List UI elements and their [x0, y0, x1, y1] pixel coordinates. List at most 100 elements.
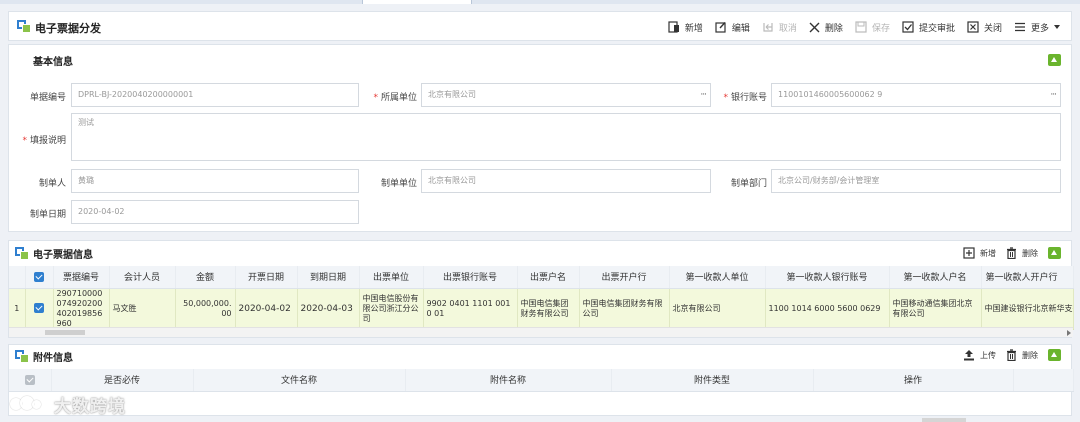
- maker-label: 制单人: [38, 179, 66, 189]
- page-header: 电子票据分发 新增 编辑 取消 删除 保存 提交审批 关闭 更多: [8, 11, 1072, 41]
- invoice-no-cell: 290710000074920200402019856960: [53, 288, 110, 330]
- row-checkbox[interactable]: [25, 288, 54, 330]
- maker-unit-field[interactable]: 北京有限公司: [421, 169, 711, 193]
- table-header-row: 是否必传 文件名称 附件名称 附件类型 操作: [9, 369, 1074, 392]
- save-icon: [855, 21, 867, 33]
- new-doc-icon: [668, 21, 679, 33]
- bank-lookup-icon: ···: [1050, 90, 1057, 100]
- grid-title: 电子票据信息: [33, 250, 93, 261]
- drawer-unit-cell: 中国电信股份有限公司浙江分公司: [359, 288, 424, 330]
- column-header[interactable]: 附件名称: [405, 369, 612, 392]
- column-header[interactable]: 开票日期: [235, 266, 298, 289]
- accountant-cell: 马文胜: [109, 288, 176, 330]
- chevron-down-icon: [1054, 25, 1060, 29]
- column-header[interactable]: 出票单位: [359, 266, 424, 289]
- doc-no-field[interactable]: DPRL-BJ-2020040200000001: [71, 83, 359, 107]
- column-header[interactable]: 是否必传: [51, 369, 194, 392]
- table-header-row: 票据编号 会计人员 金额 开票日期 到期日期 出票单位 出票银行账号 出票户名 …: [9, 266, 1074, 289]
- column-header[interactable]: 金额: [175, 266, 236, 289]
- payee-unit-cell: 北京有限公司: [669, 288, 766, 330]
- select-all-checkbox[interactable]: [9, 369, 52, 392]
- column-header[interactable]: 操作: [813, 369, 1014, 392]
- attachments-section-icon: [15, 350, 29, 363]
- delete-button[interactable]: 删除: [809, 21, 843, 34]
- close-button[interactable]: 关闭: [967, 21, 1002, 34]
- column-header[interactable]: 票据编号: [53, 266, 110, 289]
- column-header[interactable]: 第一收款人银行账号: [765, 266, 890, 289]
- scroll-right-icon[interactable]: [1067, 330, 1071, 336]
- active-tab-marker[interactable]: [362, 0, 472, 4]
- collapse-basic-icon[interactable]: [1048, 54, 1061, 66]
- save-button[interactable]: 保存: [855, 21, 890, 34]
- upload-icon: [964, 350, 974, 361]
- drawer-name-cell: 中国电信集团财务有限公司: [517, 288, 580, 330]
- maker-dept-label: 制单部门: [730, 179, 767, 189]
- attachments-panel: 附件信息 上传 删除 是否必传 文件名称 附件名称 附件类型 操作: [8, 344, 1074, 416]
- bottom-scroll-indicator: [922, 418, 966, 422]
- due-date-cell: 2020-04-03: [297, 288, 360, 330]
- unit-field[interactable]: 北京有限公司 ···: [421, 83, 711, 107]
- row-index-header: [9, 266, 26, 289]
- close-box-icon: [967, 21, 979, 33]
- drawer-bank-cell: 中国电信集团财务有限公司: [579, 288, 670, 330]
- doc-no-label: 单据编号: [29, 93, 66, 103]
- payee-account-cell: 1100 1014 6000 5600 0629: [765, 288, 890, 330]
- cancel-icon: [763, 23, 773, 32]
- payee-name-cell: 中国移动通信集团北京有限公司: [889, 288, 982, 330]
- cancel-button[interactable]: 取消: [762, 21, 797, 34]
- upload-button[interactable]: 上传: [963, 349, 996, 361]
- remark-textarea[interactable]: 测试: [71, 113, 1061, 161]
- column-header[interactable]: 第一收款人单位: [669, 266, 766, 289]
- new-button[interactable]: 新增: [668, 21, 703, 34]
- toolbar: 新增 编辑 取消 删除 保存 提交审批 关闭 更多: [656, 20, 1061, 34]
- page-icon: [17, 20, 31, 33]
- unit-label: * 所属单位: [373, 93, 417, 103]
- column-header[interactable]: 文件名称: [193, 369, 406, 392]
- page-title: 电子票据分发: [35, 22, 101, 35]
- date-field[interactable]: 2020-04-02: [71, 200, 359, 224]
- maker-dept-field[interactable]: 北京公司/财务部/会计管理室: [771, 169, 1061, 193]
- maker-unit-label: 制单单位: [380, 179, 417, 189]
- column-header[interactable]: 会计人员: [109, 266, 176, 289]
- bottom-strip: [0, 418, 1080, 422]
- basic-info-title: 基本信息: [33, 57, 73, 68]
- delete-x-icon: [809, 22, 820, 32]
- unit-lookup-icon: ···: [700, 90, 707, 100]
- maker-field[interactable]: 黄璐: [71, 169, 359, 193]
- table-row[interactable]: 1 290710000074920200402019856960 马文胜 50,…: [9, 288, 1074, 330]
- menu-icon: [1014, 22, 1025, 32]
- collapse-grid-icon[interactable]: [1048, 247, 1061, 259]
- top-tab-strip: [0, 0, 1080, 4]
- attachment-delete-button[interactable]: 删除: [1006, 349, 1038, 361]
- edit-icon: [715, 22, 726, 33]
- more-menu-button[interactable]: 更多: [1014, 21, 1061, 34]
- column-header-filler: [1013, 369, 1074, 392]
- invoice-grid-panel: 电子票据信息 新增 删除 票据编号 会计人员 金额 开票日期 到期日期 出票单位: [8, 240, 1074, 338]
- column-header[interactable]: 第一收款人户名: [889, 266, 982, 289]
- column-header[interactable]: 第一收款人开户行: [981, 266, 1074, 289]
- bank-account-label: * 银行账号: [723, 93, 767, 103]
- column-header[interactable]: 附件类型: [611, 369, 814, 392]
- attachments-actions: 上传 删除: [953, 349, 1061, 361]
- remark-label: * 填报说明: [22, 136, 66, 146]
- horizontal-scrollbar[interactable]: [9, 327, 1073, 337]
- grid-add-button[interactable]: 新增: [963, 247, 996, 259]
- edit-button[interactable]: 编辑: [715, 21, 750, 34]
- column-header[interactable]: 到期日期: [297, 266, 360, 289]
- column-header[interactable]: 出票户名: [517, 266, 580, 289]
- date-label: 制单日期: [29, 210, 66, 220]
- select-all-checkbox[interactable]: [25, 266, 54, 289]
- submit-approval-button[interactable]: 提交审批: [902, 21, 955, 34]
- scrollbar-thumb[interactable]: [45, 330, 85, 335]
- payee-bank-cell: 中国建设银行北京新华支行: [981, 288, 1074, 330]
- grid-actions: 新增 删除: [953, 247, 1061, 259]
- column-header[interactable]: 出票开户行: [579, 266, 670, 289]
- collapse-attachments-icon[interactable]: [1048, 349, 1061, 361]
- grid-delete-button[interactable]: 删除: [1006, 247, 1038, 259]
- basic-info-panel: 基本信息 单据编号 DPRL-BJ-2020040200000001 * 所属单位…: [8, 44, 1072, 232]
- bank-account-field[interactable]: 1100101460005600062 9 ···: [771, 83, 1061, 107]
- attachments-title: 附件信息: [33, 353, 73, 364]
- trash-icon: [1007, 247, 1016, 259]
- column-header[interactable]: 出票银行账号: [423, 266, 518, 289]
- row-index: 1: [9, 288, 26, 330]
